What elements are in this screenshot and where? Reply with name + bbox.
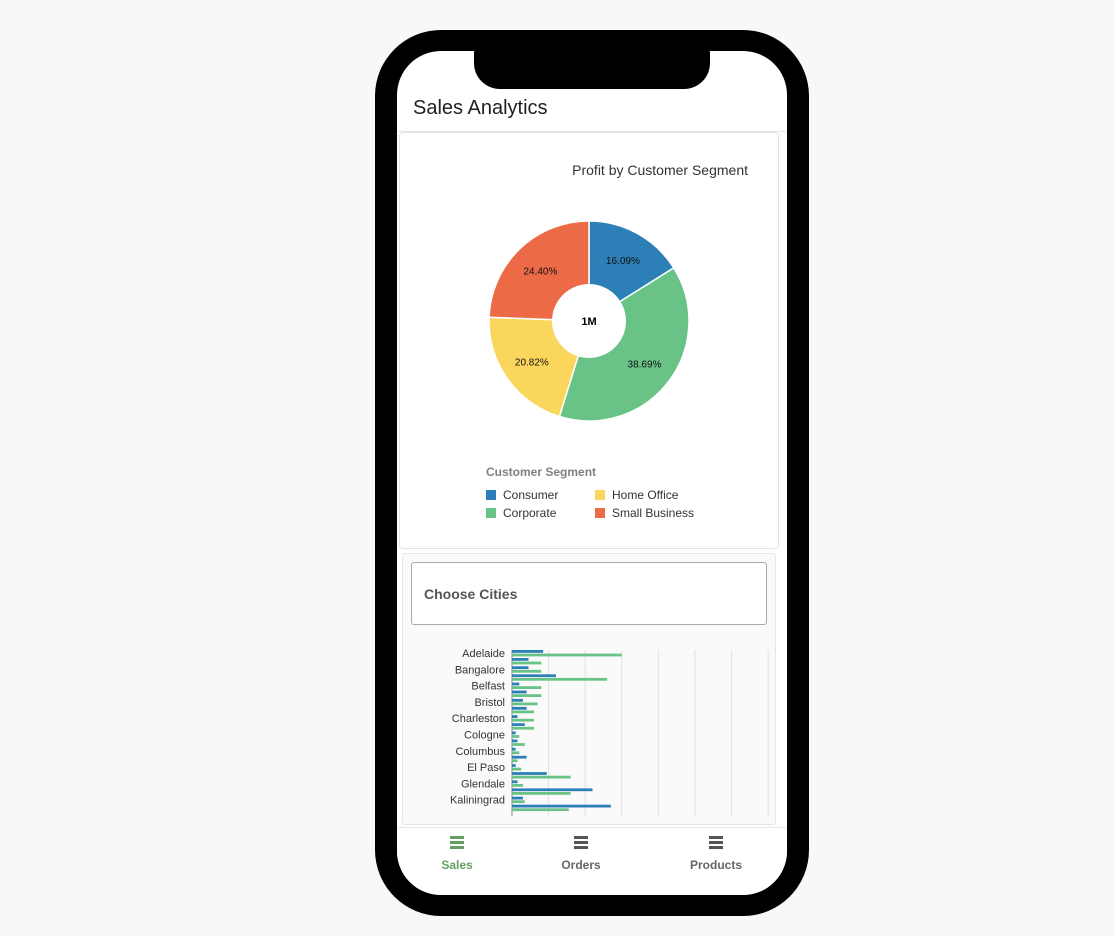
- bar-mark[interactable]: [512, 694, 542, 697]
- bar-mark[interactable]: [512, 739, 518, 743]
- phone-notch: [474, 30, 710, 89]
- bar-mark[interactable]: [512, 690, 527, 694]
- tab-orders[interactable]: Orders: [536, 834, 626, 874]
- bar-category-label: Columbus: [455, 746, 505, 758]
- bar-category-label: Adelaide: [462, 648, 505, 660]
- pie-data-label: 38.69%: [628, 360, 662, 371]
- bar-mark[interactable]: [512, 686, 542, 689]
- pie-chart-card: Profit by Customer Segment 1M 16.09% 38.6…: [399, 132, 779, 549]
- bar-mark[interactable]: [512, 775, 571, 779]
- bar-mark[interactable]: [512, 661, 542, 665]
- pie-chart: Profit by Customer Segment 1M 16.09% 38.6…: [486, 162, 748, 520]
- tab-bar: Sales Orders Products: [397, 827, 787, 895]
- bar-mark[interactable]: [512, 658, 529, 661]
- bar-mark[interactable]: [512, 710, 534, 714]
- bar-mark[interactable]: [512, 808, 569, 812]
- bar-mark[interactable]: [512, 702, 538, 706]
- bar-mark[interactable]: [512, 788, 593, 792]
- pie-data-label: 20.82%: [515, 357, 549, 368]
- bar-mark[interactable]: [512, 780, 518, 784]
- bar-mark[interactable]: [512, 682, 520, 686]
- bar-mark[interactable]: [512, 735, 520, 738]
- legend-swatch-small-business: [595, 508, 605, 518]
- bar-mark[interactable]: [512, 718, 534, 722]
- bar-mark[interactable]: [512, 666, 529, 670]
- bar-mark[interactable]: [512, 726, 534, 730]
- bar-mark[interactable]: [512, 800, 525, 804]
- table-icon: [574, 836, 588, 849]
- bar-category-label: Charleston: [452, 713, 505, 725]
- bar-mark[interactable]: [512, 731, 516, 735]
- bar-mark[interactable]: [512, 796, 523, 800]
- bar-mark[interactable]: [512, 751, 520, 755]
- bar-mark[interactable]: [512, 804, 611, 808]
- bar-mark[interactable]: [512, 759, 518, 763]
- legend-swatch-corporate: [486, 508, 496, 518]
- bar-category-label: Bristol: [474, 697, 505, 709]
- bar-mark[interactable]: [512, 747, 516, 751]
- app-screen: Sales Analytics Profit by Customer Segme…: [397, 51, 787, 895]
- bar-category-label: Cologne: [464, 730, 505, 742]
- bar-mark[interactable]: [512, 792, 571, 795]
- tab-label: Orders: [561, 858, 601, 872]
- bar-mark[interactable]: [512, 772, 547, 775]
- tab-sales[interactable]: Sales: [412, 834, 502, 874]
- tab-label: Products: [689, 858, 742, 872]
- bar-category-label: Belfast: [471, 681, 505, 693]
- bar-mark[interactable]: [512, 715, 518, 718]
- bar-mark[interactable]: [512, 784, 523, 787]
- legend-swatch-consumer: [486, 490, 496, 500]
- bar-mark[interactable]: [512, 767, 522, 771]
- bar-mark[interactable]: [512, 706, 527, 710]
- table-icon: [709, 836, 723, 849]
- legend-item-small-business[interactable]: Small Business: [612, 506, 694, 520]
- chart-title: Profit by Customer Segment: [572, 162, 748, 178]
- bar-mark[interactable]: [512, 764, 516, 767]
- bar-mark[interactable]: [512, 743, 525, 746]
- pie-data-label: 24.40%: [523, 267, 557, 278]
- bar-mark[interactable]: [512, 669, 542, 673]
- tab-label: Sales: [441, 858, 473, 872]
- bar-category-label: Glendale: [461, 778, 505, 790]
- bar-mark[interactable]: [512, 677, 608, 681]
- bar-mark[interactable]: [512, 650, 544, 653]
- bar-mark[interactable]: [512, 653, 622, 657]
- city-bar-chart: Adelaide Bangalore Belfast Bristol Charlesto…: [450, 648, 769, 816]
- legend-title: Customer Segment: [486, 465, 596, 479]
- tab-products[interactable]: Products: [671, 834, 761, 874]
- cities-card: Choose Cities Adelaide Bangalore Belfast Br…: [402, 553, 776, 825]
- bar-category-label: El Paso: [467, 762, 505, 774]
- bar-mark[interactable]: [512, 674, 556, 678]
- bar-category-label: Bangalore: [455, 664, 505, 676]
- legend-swatch-home-office: [595, 490, 605, 500]
- bar-mark[interactable]: [512, 698, 523, 702]
- legend-item-consumer[interactable]: Consumer: [503, 488, 558, 502]
- page-title: Sales Analytics: [413, 97, 548, 119]
- legend-item-corporate[interactable]: Corporate: [503, 506, 557, 520]
- bar-mark[interactable]: [512, 723, 525, 726]
- table-icon: [450, 836, 464, 849]
- pie-data-label: 16.09%: [606, 256, 640, 267]
- bar-category-label: Kaliningrad: [450, 795, 505, 807]
- donut-center-label: 1M: [581, 316, 596, 328]
- bar-mark[interactable]: [512, 755, 527, 759]
- legend-item-home-office[interactable]: Home Office: [612, 488, 679, 502]
- legend: Consumer Home Office Corporate Small Bus…: [486, 488, 694, 520]
